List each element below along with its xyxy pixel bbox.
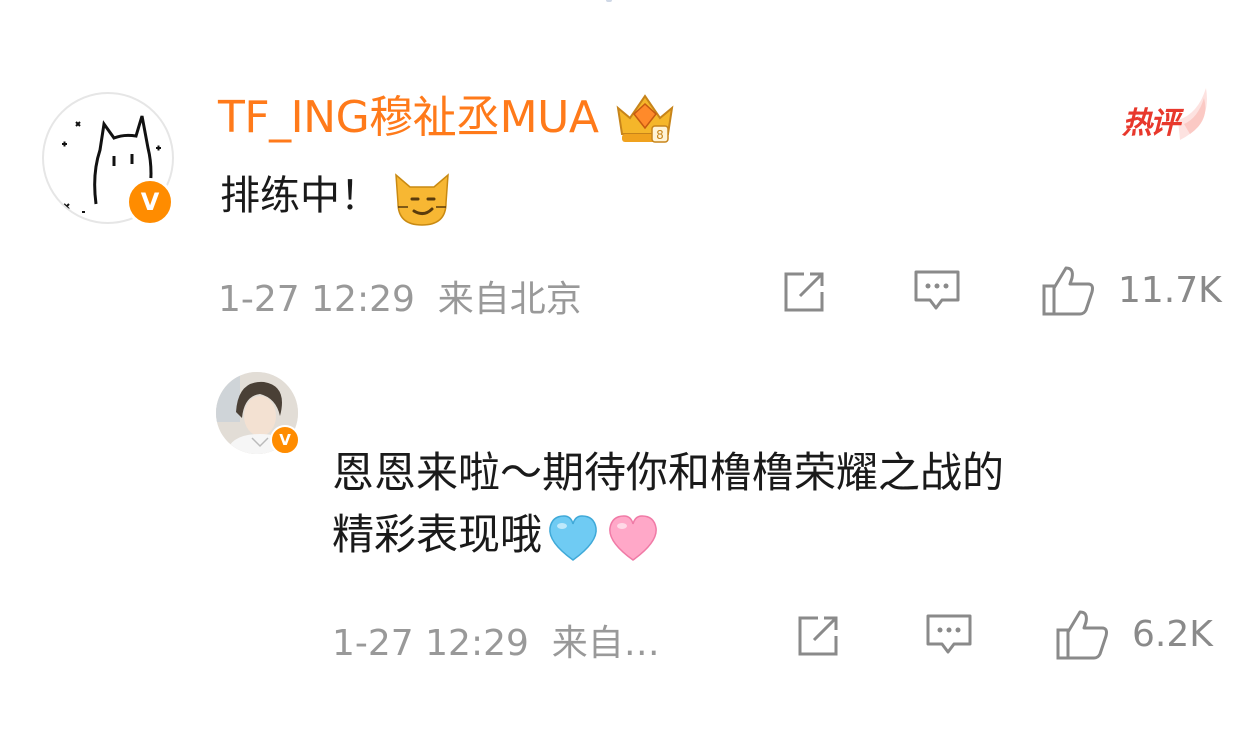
comment-time: 1-27 12:29 [218, 279, 415, 320]
comment-text: 排练中！ [220, 164, 454, 228]
reply-meta: 1-27 12:29 来自… [332, 614, 660, 666]
comment-icon[interactable] [912, 268, 962, 314]
reply-text: 恩恩来啦～期待你和橹橹荣耀之战的 精彩表现哦 [332, 442, 1212, 566]
like-count: 11.7K [1118, 270, 1222, 311]
reply-text-line1: 恩恩来啦～期待你和橹橹荣耀之战的 [332, 448, 1005, 497]
verified-badge-icon: V [270, 425, 300, 455]
reply-text-line2-row: 精彩表现哦 [332, 504, 1212, 566]
light-blue-heart-emoji [549, 514, 597, 561]
comment-username[interactable]: TF_ING穆祉丞MUA [218, 92, 599, 144]
reply-share-icon[interactable] [792, 612, 842, 662]
reply-time: 1-27 12:29 [332, 623, 529, 664]
comment-text-body: 排练中！ [220, 173, 380, 219]
smirking-cat-emoji [395, 173, 449, 226]
pink-heart-emoji [609, 514, 657, 561]
share-icon[interactable] [778, 268, 828, 318]
verified-badge-icon: V [126, 178, 174, 226]
like-thumb-icon[interactable] [1040, 264, 1096, 318]
svg-text:8: 8 [656, 128, 664, 142]
comment-meta: 1-27 12:29 来自北京 [218, 270, 582, 322]
crown-level-badge-icon: 8 [616, 94, 674, 143]
reply-like-count: 6.2K [1132, 614, 1213, 655]
reply-location: 来自… [551, 623, 660, 664]
reply-like-thumb-icon[interactable] [1054, 608, 1110, 662]
comment-location: 来自北京 [437, 279, 582, 320]
reply-text-line2: 精彩表现哦 [332, 510, 543, 559]
hot-comment-label: 热评 [1122, 106, 1180, 141]
scroll-indicator [606, 0, 612, 2]
reply-comment-icon[interactable] [924, 612, 974, 658]
